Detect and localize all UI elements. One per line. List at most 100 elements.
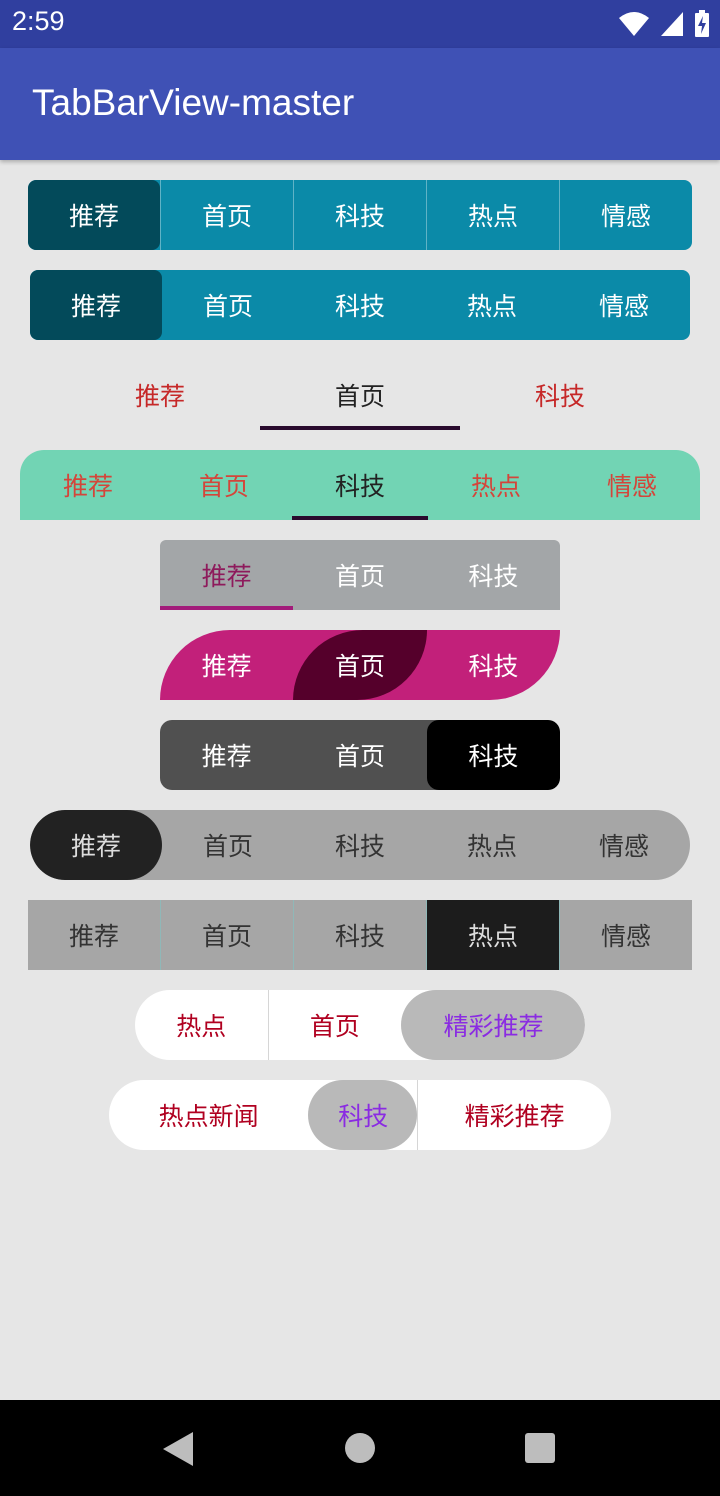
- tab-label: 推荐: [70, 292, 121, 321]
- tab-bar-9: 推荐 首页 科技 热点 情感: [28, 900, 692, 970]
- status-icons: [618, 10, 710, 38]
- tab-3-2[interactable]: 首页: [260, 360, 460, 430]
- tab-label: 首页: [334, 562, 385, 591]
- tab-2-3[interactable]: 科技: [294, 270, 426, 340]
- tab-label: 热点: [176, 1012, 227, 1041]
- tab-label: 推荐: [134, 382, 185, 411]
- app-bar: TabBarView-master: [0, 48, 720, 160]
- tab-label: 科技: [334, 472, 385, 501]
- tab-label: 推荐: [70, 832, 121, 861]
- tab-label: 推荐: [68, 922, 119, 951]
- status-time: 2:59: [12, 6, 65, 36]
- tab-label: 首页: [309, 1012, 360, 1041]
- recents-icon[interactable]: [524, 1432, 556, 1464]
- tab-label: 热点: [466, 292, 517, 321]
- tab-10-3[interactable]: 精彩推荐: [401, 990, 585, 1060]
- tab-label: 科技: [468, 652, 519, 681]
- tab-2-4[interactable]: 热点: [426, 270, 558, 340]
- tab-10-1[interactable]: 热点: [135, 990, 268, 1060]
- tab-8-5[interactable]: 情感: [558, 810, 690, 880]
- app-title: TabBarView-master: [32, 82, 355, 123]
- tab-1-1[interactable]: 推荐: [28, 180, 160, 250]
- tab-bar-11: 热点新闻 科技 精彩推荐: [109, 1080, 611, 1150]
- tab-8-4[interactable]: 热点: [426, 810, 558, 880]
- tab-9-3[interactable]: 科技: [293, 900, 426, 970]
- tab-label: 首页: [202, 832, 253, 861]
- tab-label: 情感: [600, 202, 651, 231]
- tab-bar-5: 推荐 首页 科技: [160, 540, 560, 610]
- tab-7-2[interactable]: 首页: [293, 720, 426, 790]
- tab-6-2[interactable]: 首页: [293, 630, 427, 700]
- tab-4-2[interactable]: 首页: [156, 450, 292, 520]
- tab-8-1[interactable]: 推荐: [30, 810, 162, 880]
- tab-11-3[interactable]: 精彩推荐: [417, 1080, 611, 1150]
- tab-label: 推荐: [201, 562, 252, 591]
- tab-1-2[interactable]: 首页: [160, 180, 293, 250]
- tab-9-4[interactable]: 热点: [426, 900, 559, 970]
- tab-1-5[interactable]: 情感: [559, 180, 692, 250]
- tab-label: 首页: [202, 292, 253, 321]
- tab-label: 科技: [534, 382, 585, 411]
- tab-11-2[interactable]: 科技: [308, 1080, 418, 1150]
- tab-label: 推荐: [201, 742, 252, 771]
- tab-label: 科技: [334, 292, 385, 321]
- tab-bar-7: 推荐 首页 科技: [160, 720, 560, 790]
- tab-9-5[interactable]: 情感: [559, 900, 692, 970]
- tab-label: 热点: [467, 922, 518, 951]
- cell-signal-icon: [661, 12, 683, 36]
- tab-label: 情感: [600, 922, 651, 951]
- wifi-icon: [619, 12, 649, 36]
- tab-label: 情感: [606, 472, 657, 501]
- tab-1-3[interactable]: 科技: [293, 180, 426, 250]
- tab-label: 科技: [334, 832, 385, 861]
- tab-bar-10: 热点 首页 精彩推荐: [135, 990, 585, 1060]
- tab-9-2[interactable]: 首页: [160, 900, 293, 970]
- tab-label: 首页: [334, 652, 385, 681]
- tab-label: 科技: [468, 562, 519, 591]
- tab-2-1[interactable]: 推荐: [30, 270, 162, 340]
- tab-5-3[interactable]: 科技: [427, 540, 560, 610]
- tab-label: 推荐: [68, 202, 119, 231]
- tab-label: 科技: [334, 922, 385, 951]
- tab-4-5[interactable]: 情感: [564, 450, 700, 520]
- tab-5-1[interactable]: 推荐: [160, 540, 294, 610]
- tab-label: 首页: [201, 922, 252, 951]
- tab-label: 首页: [334, 382, 385, 411]
- tab-7-1[interactable]: 推荐: [160, 720, 293, 790]
- tab-3-3[interactable]: 科技: [460, 360, 660, 430]
- tab-4-1[interactable]: 推荐: [20, 450, 156, 520]
- tab-9-1[interactable]: 推荐: [28, 900, 160, 970]
- tab-6-3[interactable]: 科技: [427, 630, 560, 700]
- tab-4-4[interactable]: 热点: [428, 450, 564, 520]
- tab-8-3[interactable]: 科技: [294, 810, 426, 880]
- tab-label: 热点: [467, 202, 518, 231]
- tab-11-1[interactable]: 热点新闻: [109, 1080, 308, 1150]
- tab-label: 热点: [470, 472, 521, 501]
- tab-3-1[interactable]: 推荐: [60, 360, 260, 430]
- tab-5-2[interactable]: 首页: [293, 540, 426, 610]
- status-bar: 2:59: [0, 0, 720, 48]
- tab-6-1[interactable]: 推荐: [160, 630, 293, 700]
- home-icon[interactable]: [344, 1432, 376, 1464]
- tab-2-2[interactable]: 首页: [162, 270, 294, 340]
- tab-label: 首页: [201, 202, 252, 231]
- tab-bar-8: 推荐 首页 科技 热点 情感: [30, 810, 690, 880]
- tab-label: 精彩推荐: [464, 1102, 565, 1131]
- tab-2-5[interactable]: 情感: [558, 270, 690, 340]
- tab-10-2[interactable]: 首页: [267, 990, 402, 1060]
- tab-bar-3: 推荐 首页 科技: [60, 360, 660, 430]
- tab-bar-6: 推荐 首页 科技: [160, 630, 560, 700]
- battery-charging-icon: [695, 10, 709, 37]
- tab-4-3[interactable]: 科技: [292, 450, 428, 520]
- tab-label: 热点新闻: [158, 1102, 259, 1131]
- tab-label: 首页: [334, 742, 385, 771]
- tab-1-4[interactable]: 热点: [426, 180, 559, 250]
- tab-bar-1: 推荐 首页 科技 热点 情感: [28, 180, 692, 250]
- tab-label: 科技: [468, 742, 519, 771]
- tab-label: 科技: [338, 1102, 389, 1131]
- tab-7-3[interactable]: 科技: [426, 720, 560, 790]
- tab-8-2[interactable]: 首页: [162, 810, 294, 880]
- tab-label: 科技: [334, 202, 385, 231]
- back-icon[interactable]: [160, 1430, 196, 1468]
- tab-bar-2: 推荐 首页 科技 热点 情感: [30, 270, 690, 340]
